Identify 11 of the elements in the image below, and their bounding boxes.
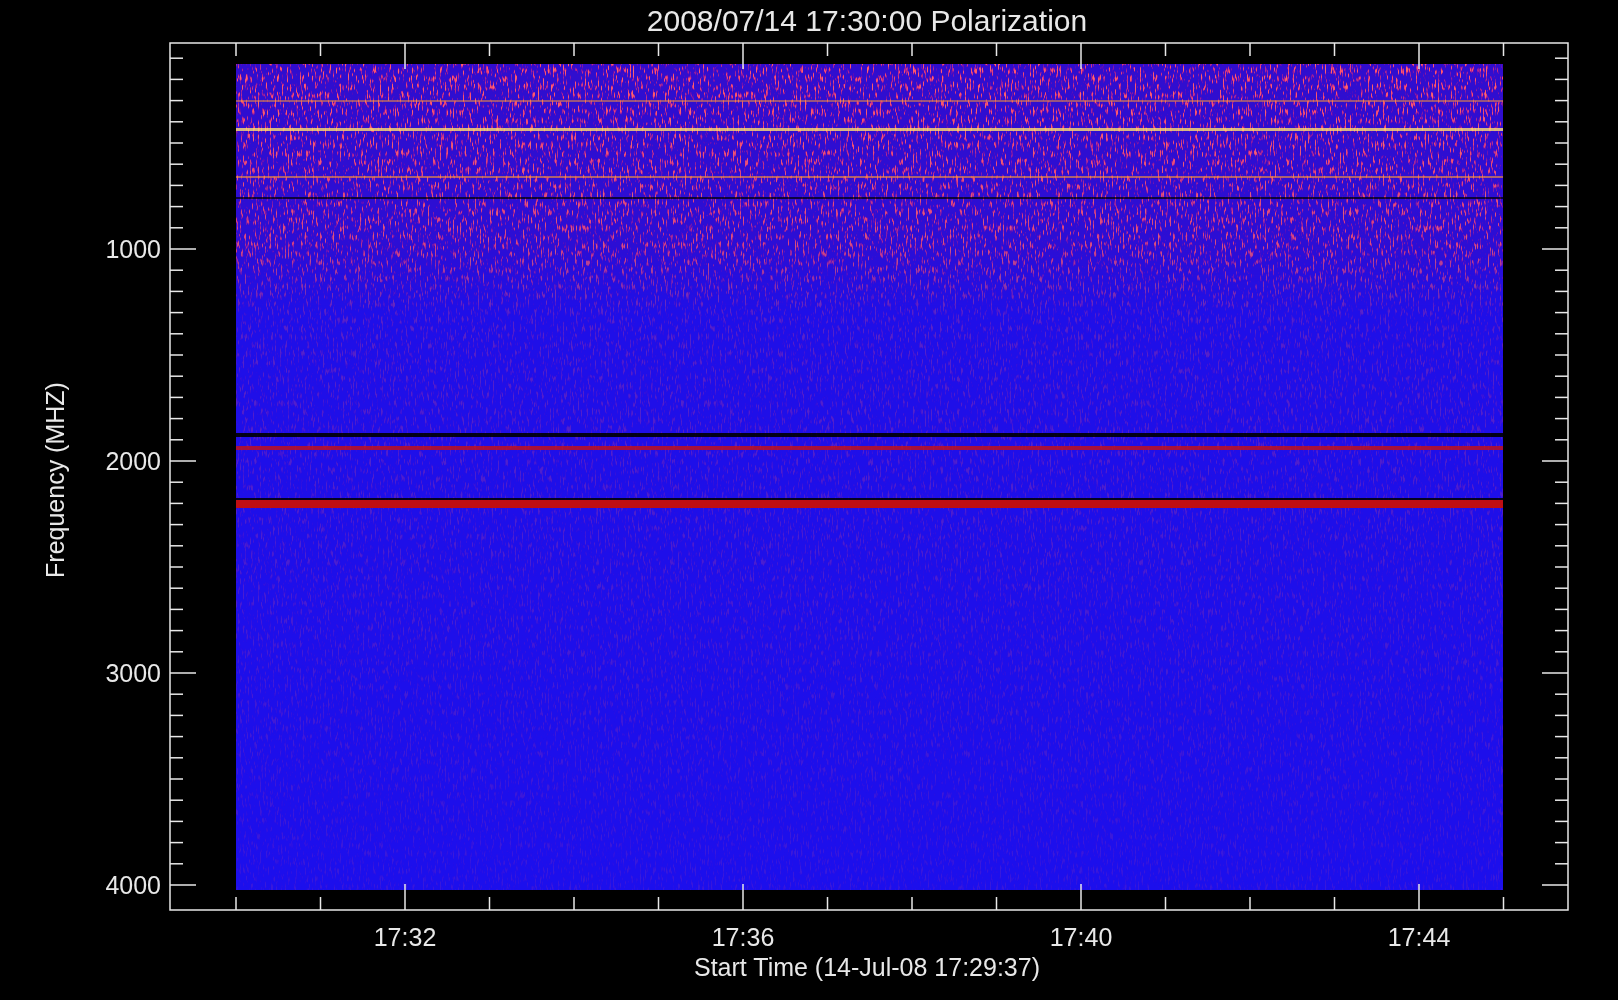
x-axis-title: Start Time (14-Jul-08 17:29:37) <box>694 953 1040 981</box>
x-tick-label: 17:40 <box>1049 923 1113 951</box>
x-tick-label: 17:32 <box>373 923 437 951</box>
x-tick-label: 17:44 <box>1387 923 1451 951</box>
plot-title: 2008/07/14 17:30:00 Polarization <box>646 4 1088 37</box>
y-tick-label: 4000 <box>105 871 161 899</box>
y-tick-label: 1000 <box>105 235 161 263</box>
y-axis-title: Frequency (MHZ) <box>41 382 69 578</box>
x-tick-label: 17:36 <box>711 923 775 951</box>
y-tick-label: 2000 <box>105 447 161 475</box>
y-tick-label: 3000 <box>105 659 161 687</box>
